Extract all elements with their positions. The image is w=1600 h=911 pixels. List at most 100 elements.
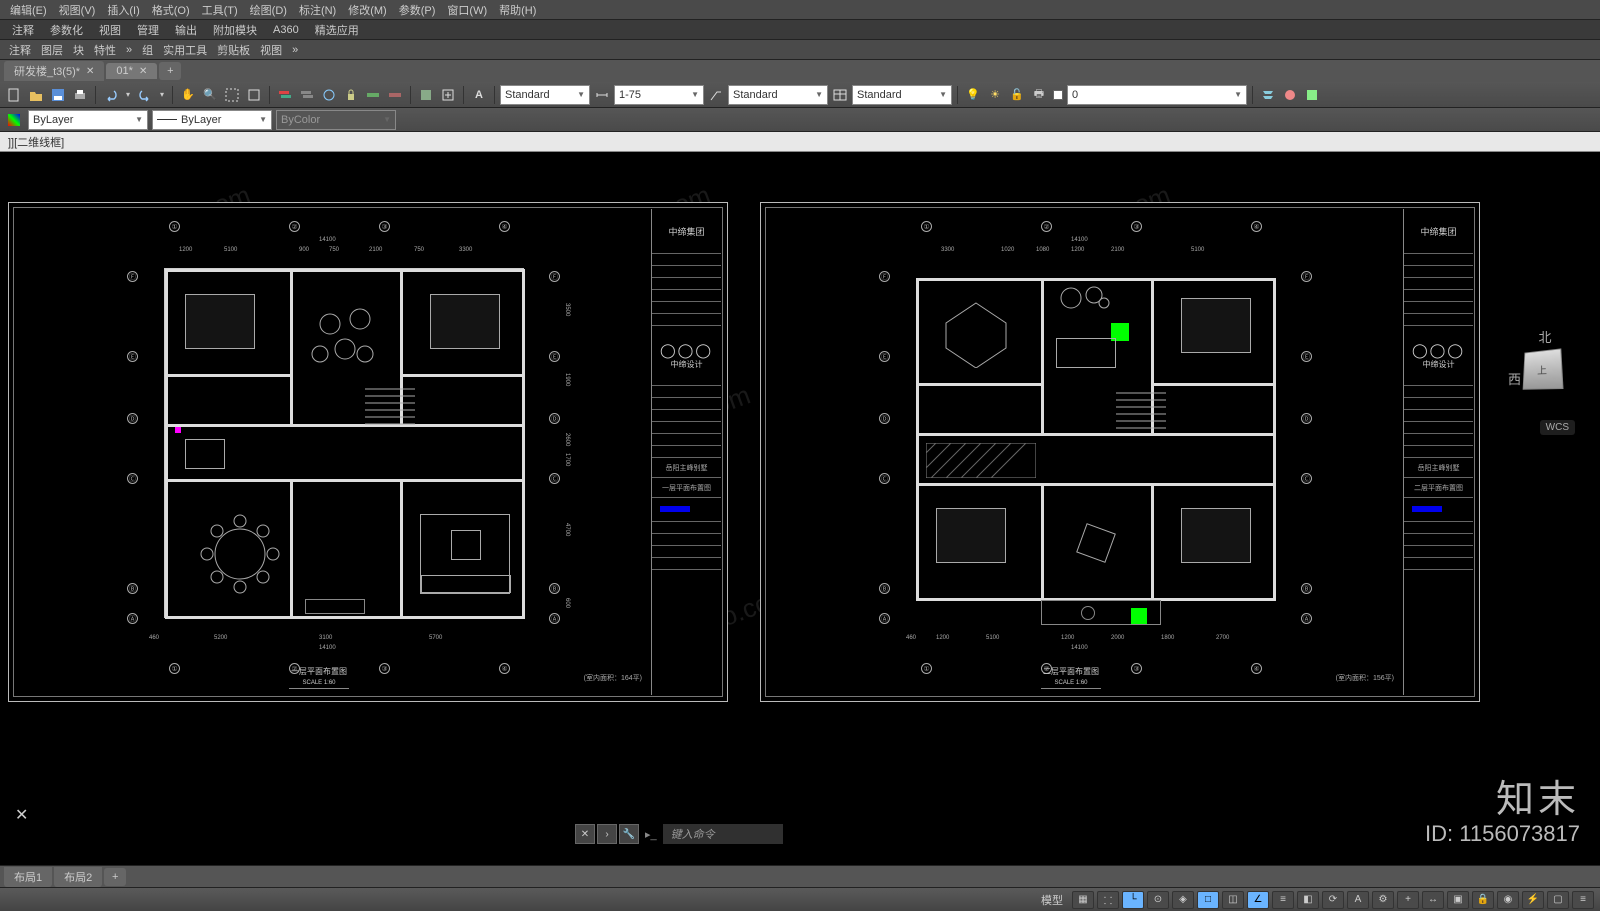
chevron-down-icon[interactable]: ▾ [123, 85, 133, 105]
3dosnap-toggle[interactable]: ◫ [1222, 891, 1244, 909]
text-icon[interactable]: A [469, 85, 489, 105]
dim-icon[interactable] [592, 85, 612, 105]
color-dropdown[interactable]: ByLayer▼ [28, 110, 148, 130]
cmd-chevron-icon[interactable]: › [597, 824, 617, 844]
document-tab-active[interactable]: 01* ✕ [106, 63, 157, 79]
redo-icon[interactable] [135, 85, 155, 105]
lineweight-dropdown[interactable]: ByColor▼ [276, 110, 396, 130]
panel-label[interactable]: 图层 [36, 42, 68, 58]
pan-icon[interactable]: ✋ [178, 85, 198, 105]
layer-freeze-icon[interactable] [319, 85, 339, 105]
drawing-canvas[interactable]: www.znzmo.com www.znzmo.com www.znzmo.co… [0, 152, 1600, 865]
cmd-wrench-icon[interactable]: 🔧 [619, 824, 639, 844]
panel-label[interactable]: 块 [68, 42, 89, 58]
units-toggle[interactable]: ↔ [1422, 891, 1444, 909]
zoom-window-icon[interactable] [222, 85, 242, 105]
layer-tools-icon[interactable] [1280, 85, 1300, 105]
grid-toggle[interactable]: ▦ [1072, 891, 1094, 909]
ribbon-tab[interactable]: 注释 [4, 22, 42, 38]
menu-modify[interactable]: 修改(M) [342, 2, 393, 18]
dim-style-dropdown[interactable]: 1-75▼ [614, 85, 704, 105]
command-input[interactable]: 键入命令 [663, 824, 783, 844]
panel-label[interactable]: 特性 [89, 42, 121, 58]
lock-icon[interactable]: 🔓 [1007, 85, 1027, 105]
osnap-toggle[interactable]: □ [1197, 891, 1219, 909]
layer-off-icon[interactable] [297, 85, 317, 105]
block-icon[interactable] [416, 85, 436, 105]
snap-toggle[interactable]: ⸬ [1097, 891, 1119, 909]
save-icon[interactable] [48, 85, 68, 105]
viewcube-west[interactable]: 西 [1508, 369, 1521, 388]
ribbon-tab[interactable]: 精选应用 [307, 22, 367, 38]
menu-window[interactable]: 窗口(W) [441, 2, 493, 18]
wcs-label[interactable]: WCS [1540, 420, 1575, 435]
hardware-accel[interactable]: ⚡ [1522, 891, 1544, 909]
mleader-icon[interactable] [706, 85, 726, 105]
chevron-down-icon[interactable]: ▾ [157, 85, 167, 105]
add-layout-button[interactable]: + [104, 868, 126, 886]
lineweight-toggle[interactable]: ≡ [1272, 891, 1294, 909]
workspace-toggle[interactable]: ⚙ [1372, 891, 1394, 909]
otrack-toggle[interactable]: ∠ [1247, 891, 1269, 909]
open-icon[interactable] [26, 85, 46, 105]
insert-icon[interactable] [438, 85, 458, 105]
bulb-icon[interactable]: 💡 [963, 85, 983, 105]
layer-dropdown[interactable]: 0▼ [1067, 85, 1247, 105]
panel-label[interactable]: 剪贴板 [212, 42, 255, 58]
quick-props[interactable]: ▣ [1447, 891, 1469, 909]
cmd-close-icon[interactable]: ✕ [575, 824, 595, 844]
panel-expand-icon[interactable]: » [287, 44, 303, 56]
ribbon-tab[interactable]: 参数化 [42, 22, 91, 38]
menu-help[interactable]: 帮助(H) [493, 2, 542, 18]
ortho-toggle[interactable]: └ [1122, 891, 1144, 909]
new-icon[interactable] [4, 85, 24, 105]
zoom-extents-icon[interactable] [244, 85, 264, 105]
viewcube[interactable]: 北 西 上 [1510, 327, 1580, 417]
menu-param[interactable]: 参数(P) [393, 2, 442, 18]
print-icon[interactable] [70, 85, 90, 105]
layer-props-icon[interactable] [275, 85, 295, 105]
close-icon[interactable]: ✕ [86, 66, 94, 77]
ribbon-tab[interactable]: A360 [265, 24, 307, 36]
panel-expand-icon[interactable]: » [121, 44, 137, 56]
panel-label[interactable]: 视图 [255, 42, 287, 58]
transparency-toggle[interactable]: ◧ [1297, 891, 1319, 909]
sun-icon[interactable]: ☀ [985, 85, 1005, 105]
color-swatch-icon[interactable] [1053, 90, 1063, 100]
mleader-style-dropdown[interactable]: Standard▼ [728, 85, 828, 105]
panel-label[interactable]: 实用工具 [158, 42, 212, 58]
linetype-dropdown[interactable]: ByLayer▼ [152, 110, 272, 130]
polar-toggle[interactable]: ⊙ [1147, 891, 1169, 909]
customization[interactable]: ≡ [1572, 891, 1594, 909]
viewport-label[interactable]: ]][二维线框] [8, 134, 64, 150]
undo-icon[interactable] [101, 85, 121, 105]
isolate-objects[interactable]: ◉ [1497, 891, 1519, 909]
add-tab-button[interactable]: + [159, 62, 181, 80]
close-icon[interactable]: ✕ [15, 805, 28, 825]
layer-match-icon[interactable] [363, 85, 383, 105]
ribbon-tab[interactable]: 附加模块 [205, 22, 265, 38]
isodraft-toggle[interactable]: ◈ [1172, 891, 1194, 909]
ribbon-tab[interactable]: 视图 [91, 22, 129, 38]
menu-view[interactable]: 视图(V) [53, 2, 102, 18]
selection-cycling[interactable]: ⟳ [1322, 891, 1344, 909]
layer-iso-icon[interactable] [385, 85, 405, 105]
ribbon-tab[interactable]: 管理 [129, 22, 167, 38]
color-control-icon[interactable] [4, 111, 24, 129]
document-tab[interactable]: 研发楼_t3(5)* ✕ [4, 61, 104, 81]
clean-screen[interactable]: ▢ [1547, 891, 1569, 909]
menu-dim[interactable]: 标注(N) [293, 2, 342, 18]
table-icon[interactable] [830, 85, 850, 105]
viewcube-north[interactable]: 北 [1538, 327, 1551, 346]
panel-label[interactable]: 注释 [4, 42, 36, 58]
viewcube-face[interactable]: 上 [1523, 348, 1564, 389]
print-layer-icon[interactable]: 🖶 [1029, 85, 1049, 105]
zoom-icon[interactable]: 🔍 [200, 85, 220, 105]
menu-tools[interactable]: 工具(T) [196, 2, 244, 18]
ribbon-tab[interactable]: 输出 [167, 22, 205, 38]
layout-tab[interactable]: 布局1 [4, 867, 52, 887]
model-button[interactable]: 模型 [1035, 892, 1069, 908]
table-style-dropdown[interactable]: Standard▼ [852, 85, 952, 105]
layer-lock-icon[interactable] [341, 85, 361, 105]
close-icon[interactable]: ✕ [139, 66, 147, 77]
